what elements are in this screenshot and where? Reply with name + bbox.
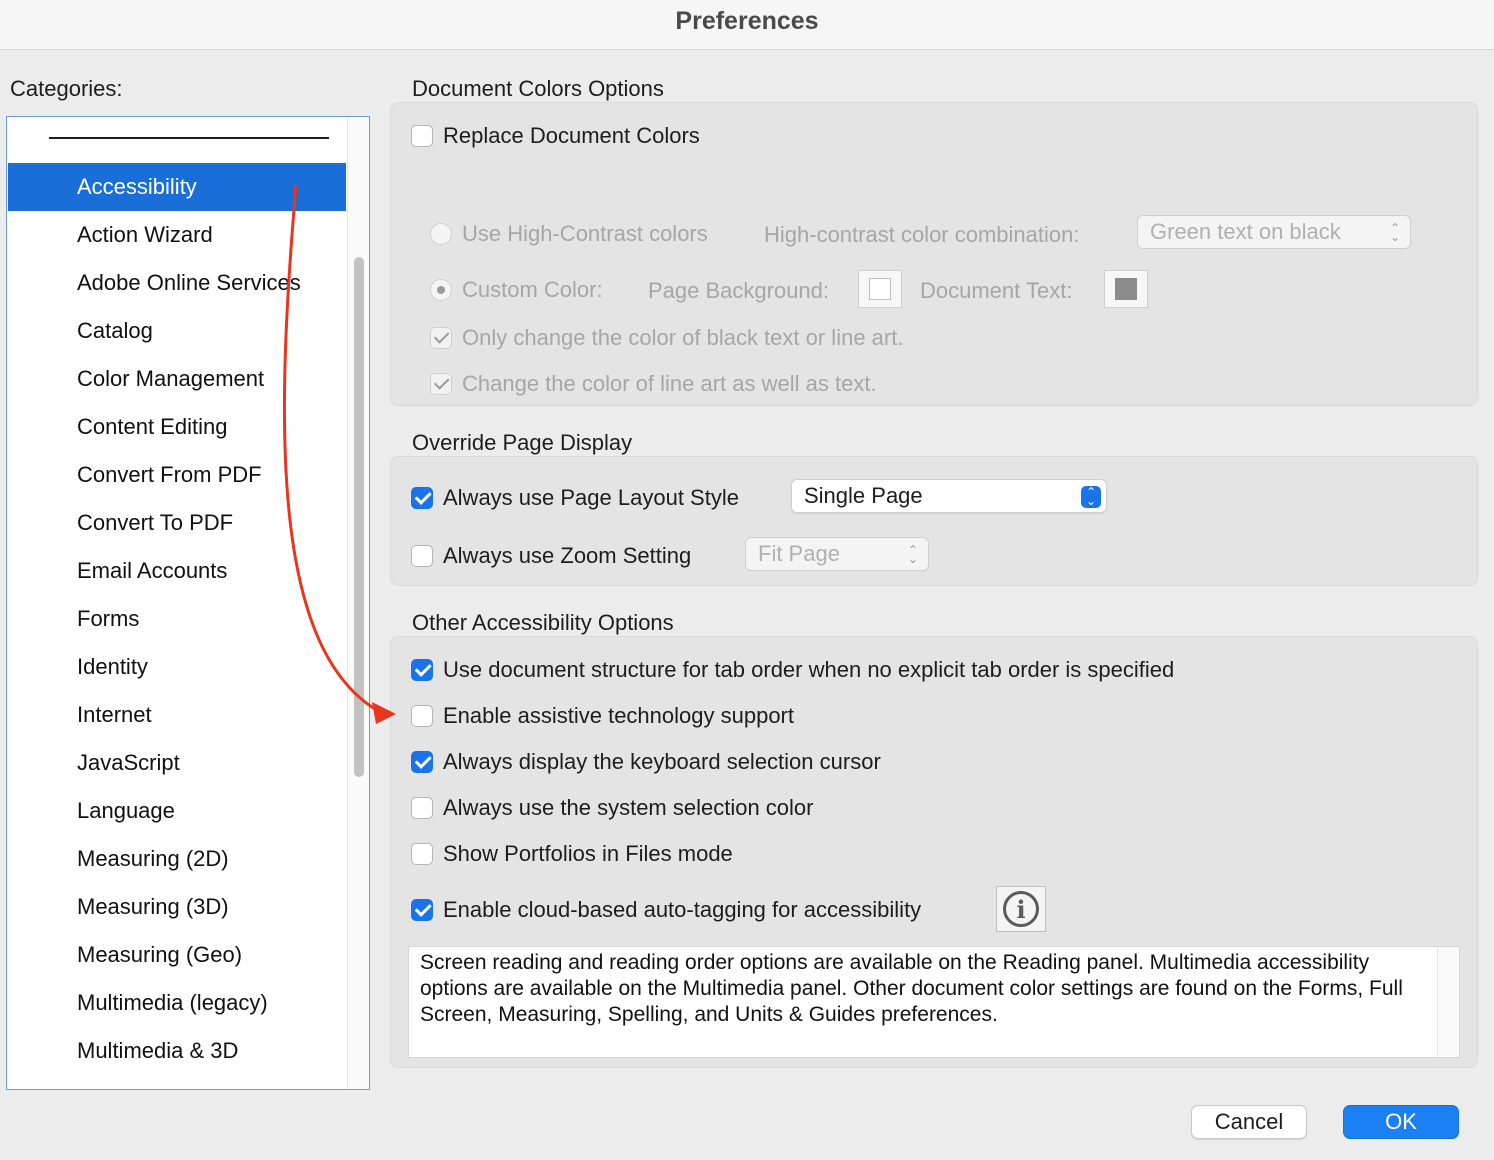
info-note-scrollbar[interactable] [1437,947,1459,1057]
portfolios-row[interactable]: Show Portfolios in Files mode [411,841,733,867]
category-item-content-editing[interactable]: Content Editing [8,403,346,451]
replace-colors-label: Replace Document Colors [443,123,700,148]
category-item-catalog[interactable]: Catalog [8,307,346,355]
portfolios-label: Show Portfolios in Files mode [443,841,733,866]
categories-scroll-thumb[interactable] [354,257,364,777]
high-contrast-row: Use High-Contrast colors [430,221,708,247]
category-item-multimedia-legacy[interactable]: Multimedia (legacy) [8,979,346,1027]
system-selection-row[interactable]: Always use the system selection color [411,795,814,821]
override-title: Override Page Display [412,430,633,455]
category-item-forms[interactable]: Forms [8,595,346,643]
info-note: Screen reading and reading order options… [408,946,1460,1058]
portfolios-checkbox[interactable] [411,843,433,865]
tab-order-checkbox[interactable] [411,659,433,681]
category-separator [49,137,329,139]
category-item-measuring-2d[interactable]: Measuring (2D) [8,835,346,883]
window-title: Preferences [0,0,1494,50]
document-text-swatch [1104,270,1148,308]
category-item-convert-from-pdf[interactable]: Convert From PDF [8,451,346,499]
tab-order-label: Use document structure for tab order whe… [443,657,1175,682]
combo-select: Green text on black ⌃ ⌄ [1137,215,1411,249]
custom-color-radio [430,279,452,301]
replace-colors-row[interactable]: Replace Document Colors [411,123,700,149]
other-options-title: Other Accessibility Options [412,610,674,635]
auto-tagging-checkbox[interactable] [411,899,433,921]
info-button[interactable]: i [996,886,1046,932]
info-note-text: Screen reading and reading order options… [420,951,1403,1026]
auto-tagging-row[interactable]: Enable cloud-based auto-tagging for acce… [411,897,921,923]
keyboard-cursor-checkbox[interactable] [411,751,433,773]
auto-tagging-label: Enable cloud-based auto-tagging for acce… [443,897,922,922]
category-item-convert-to-pdf[interactable]: Convert To PDF [8,499,346,547]
info-icon: i [1003,891,1039,927]
category-item-accessibility[interactable]: Accessibility [8,163,346,211]
category-item-adobe-online-services[interactable]: Adobe Online Services [8,259,346,307]
categories-label: Categories: [10,76,123,101]
category-item-javascript[interactable]: JavaScript [8,739,346,787]
zoom-setting-row[interactable]: Always use Zoom Setting [411,543,691,569]
line-art-label: Change the color of line art as well as … [462,371,877,396]
category-item-internet[interactable]: Internet [8,691,346,739]
category-item-measuring-3d[interactable]: Measuring (3D) [8,883,346,931]
line-art-checkbox [430,373,452,395]
system-selection-label: Always use the system selection color [443,795,814,820]
assistive-tech-label: Enable assistive technology support [443,703,794,728]
combo-label: High-contrast color combination: [764,222,1080,247]
category-item-identity[interactable]: Identity [8,643,346,691]
zoom-setting-value: Fit Page [758,541,840,566]
layout-style-checkbox[interactable] [411,487,433,509]
category-item-color-management[interactable]: Color Management [8,355,346,403]
layout-style-label: Always use Page Layout Style [443,485,739,510]
page-background-color [869,278,891,300]
document-text-label: Document Text: [920,278,1073,303]
category-item-language[interactable]: Language [8,787,346,835]
keyboard-cursor-row[interactable]: Always display the keyboard selection cu… [411,749,881,775]
category-item-multimedia-3d[interactable]: Multimedia & 3D [8,1027,346,1075]
zoom-setting-checkbox[interactable] [411,545,433,567]
assistive-tech-checkbox[interactable] [411,705,433,727]
layout-style-row[interactable]: Always use Page Layout Style [411,485,739,511]
categories-list[interactable]: Accessibility Action Wizard Adobe Online… [6,116,370,1090]
high-contrast-radio [430,223,452,245]
ok-button[interactable]: OK [1343,1105,1459,1139]
page-background-label: Page Background: [648,278,830,303]
assistive-tech-row[interactable]: Enable assistive technology support [411,703,794,729]
chevron-updown-icon: ⌃ ⌄ [1389,221,1401,244]
zoom-setting-select: Fit Page ⌃ ⌄ [745,537,929,571]
document-text-color [1115,278,1137,300]
category-item-action-wizard[interactable]: Action Wizard [8,211,346,259]
keyboard-cursor-label: Always display the keyboard selection cu… [443,749,881,774]
only-black-row: Only change the color of black text or l… [430,325,903,351]
layout-style-value: Single Page [804,483,923,508]
page-background-swatch [858,270,902,308]
cancel-button[interactable]: Cancel [1191,1105,1307,1139]
doc-colors-title: Document Colors Options [412,76,664,101]
custom-color-label: Custom Color: [462,277,603,302]
tab-order-row[interactable]: Use document structure for tab order whe… [411,657,1174,683]
only-black-label: Only change the color of black text or l… [462,325,904,350]
system-selection-checkbox[interactable] [411,797,433,819]
category-item-measuring-geo[interactable]: Measuring (Geo) [8,931,346,979]
chevron-updown-icon: ⌃ ⌄ [907,543,919,566]
layout-style-select[interactable]: Single Page ⌃ ⌄ [791,479,1107,513]
custom-color-row: Custom Color: [430,277,603,303]
combo-select-value: Green text on black [1150,219,1341,244]
zoom-setting-label: Always use Zoom Setting [443,543,692,568]
high-contrast-label: Use High-Contrast colors [462,221,708,246]
only-black-checkbox [430,327,452,349]
chevron-updown-icon: ⌃ ⌄ [1081,486,1101,508]
category-item-email-accounts[interactable]: Email Accounts [8,547,346,595]
line-art-row: Change the color of line art as well as … [430,371,877,397]
categories-scrollbar[interactable] [347,117,369,1089]
replace-colors-checkbox[interactable] [411,125,433,147]
